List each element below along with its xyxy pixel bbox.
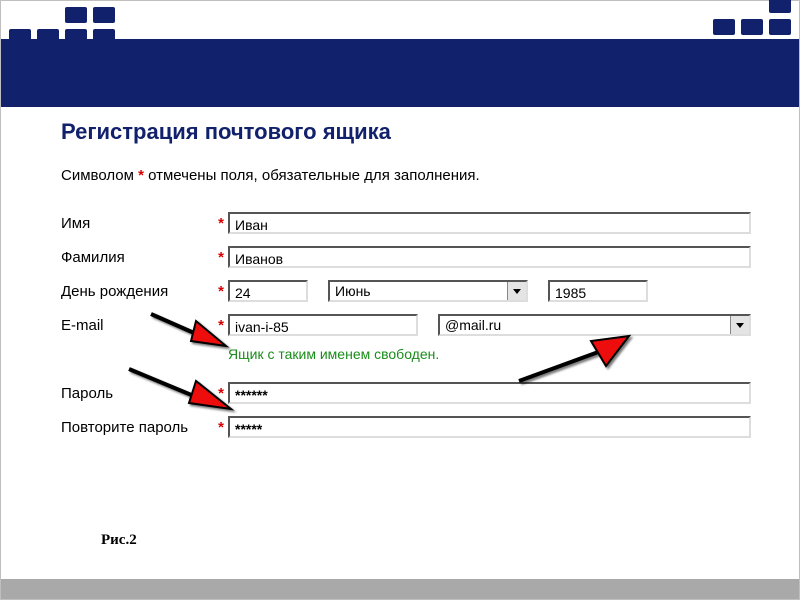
row-password-repeat: Повторите пароль * ***** (61, 410, 751, 444)
row-email: E-mail * ivan-i-85 @mail.ru (61, 308, 751, 342)
label-last-name: Фамилия (61, 249, 206, 266)
first-name-input[interactable]: Иван (228, 212, 751, 234)
required-note-pre: Символом (61, 167, 138, 184)
birth-year-input[interactable]: 1985 (548, 280, 648, 302)
label-password: Пароль (61, 385, 206, 402)
figure-caption: Рис.2 (101, 532, 137, 549)
content-area: Регистрация почтового ящика Символом * о… (61, 119, 751, 444)
row-birthday: День рождения * 24 Июнь 1985 (61, 274, 751, 308)
password-input[interactable]: ****** (228, 382, 751, 404)
required-asterisk: * (218, 317, 224, 334)
birth-month-value: Июнь (335, 280, 371, 302)
row-last-name: Фамилия * Иванов (61, 240, 751, 274)
required-asterisk: * (218, 419, 224, 436)
page-title: Регистрация почтового ящика (61, 119, 751, 145)
label-email: E-mail (61, 317, 206, 334)
row-first-name: Имя * Иван (61, 206, 751, 240)
required-asterisk: * (218, 215, 224, 232)
birth-day-input[interactable]: 24 (228, 280, 308, 302)
required-fields-note: Символом * отмечены поля, обязательные д… (61, 167, 751, 184)
email-domain-value: @mail.ru (445, 314, 501, 336)
chevron-down-icon (730, 316, 749, 334)
last-name-input[interactable]: Иванов (228, 246, 751, 268)
required-asterisk: * (218, 283, 224, 300)
chevron-down-icon (507, 282, 526, 300)
required-asterisk: * (218, 249, 224, 266)
password-repeat-input[interactable]: ***** (228, 416, 751, 438)
header-band (1, 39, 799, 107)
row-password: Пароль * ****** (61, 376, 751, 410)
mailbox-available-message: Ящик с таким именем свободен. (228, 346, 751, 362)
registration-form: Имя * Иван Фамилия * Иванов День рождени… (61, 206, 751, 444)
label-password-repeat: Повторите пароль (61, 419, 206, 436)
required-note-post: отмечены поля, обязательные для заполнен… (144, 167, 480, 184)
required-asterisk: * (218, 385, 224, 402)
email-domain-select[interactable]: @mail.ru (438, 314, 751, 336)
birth-month-select[interactable]: Июнь (328, 280, 528, 302)
label-first-name: Имя (61, 215, 206, 232)
label-birthday: День рождения (61, 283, 206, 300)
footer-bar (1, 579, 799, 599)
email-local-input[interactable]: ivan-i-85 (228, 314, 418, 336)
slide: Регистрация почтового ящика Символом * о… (0, 0, 800, 600)
